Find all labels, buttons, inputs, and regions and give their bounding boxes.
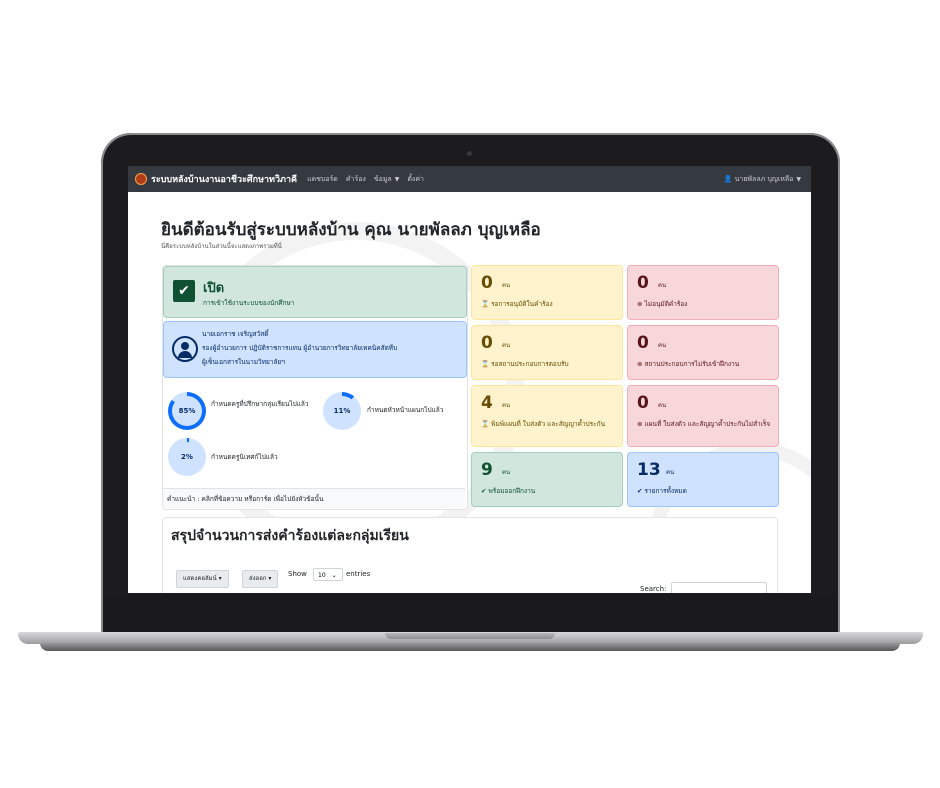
nav-item-requests[interactable]: คำร้อง [346, 174, 366, 185]
progress-ring-supervisors[interactable]: 2% [168, 438, 206, 476]
user-menu[interactable]: 👤 นายพัลลภ บุญเหลือ ▼ [724, 174, 801, 185]
stat-label: ✔ พร้อมออกฝึกงาน [481, 487, 536, 495]
stat-value: 4 [481, 393, 493, 413]
progress-ring-department-heads[interactable]: 11% [323, 392, 361, 430]
stat-unit: คน [666, 469, 675, 476]
stat-card-pending-company[interactable]: 0 คน ⌛ รอสถานประกอบการตอบรับ [471, 325, 623, 380]
stat-label: ⊗ แผนที่ ใบส่งตัว และสัญญาค้ำประกันไม่สำ… [637, 420, 771, 428]
college-logo-icon[interactable] [135, 173, 147, 185]
stat-label: ⌛ พิมพ์แผนที่ ใบส่งตัว และสัญญาค้ำประกัน [481, 420, 606, 428]
button-label: ส่งออก [249, 575, 267, 582]
stat-label: ⌛ รอสถานประกอบการตอบรับ [481, 360, 569, 368]
stat-value: 13 [637, 460, 661, 480]
progress-ring-advisors[interactable]: 85% [168, 392, 206, 430]
screen: ระบบหลังบ้านงานอาชีวะศึกษาทวิภาคี แดชบอร… [128, 166, 811, 593]
laptop-notch [385, 633, 555, 639]
export-button[interactable]: ส่งออก ▾ [242, 570, 279, 588]
navbar: ระบบหลังบ้านงานอาชีวะศึกษาทวิภาคี แดชบอร… [128, 166, 811, 192]
button-label: แสดงคอลัมน์ [183, 575, 217, 582]
page-size-value: 10 [318, 572, 326, 579]
chevron-down-icon: ▾ [218, 575, 222, 582]
page-title: ยินดีต้อนรับสู่ระบบหลังบ้าน คุณ นายพัลลภ… [161, 220, 541, 240]
chevron-down-icon: ▾ [268, 575, 272, 582]
stat-card-all-items[interactable]: 13 คน ✔ รายการทั้งหมด [627, 452, 779, 507]
signer-card[interactable]: นายเอกราช เจริญสวัสดิ์ รองผู้อำนวยการ ปฏ… [163, 321, 467, 378]
stat-value: 0 [637, 273, 649, 293]
stat-card-company-declined[interactable]: 0 คน ⊗ สถานประกอบการไม่รับเข้าฝึกงาน [627, 325, 779, 380]
stat-unit: คน [658, 402, 667, 409]
signer-name: นายเอกราช เจริญสวัสดิ์ [202, 330, 269, 338]
status-subtitle: การเข้าใช้งานระบบของนักศึกษา [203, 299, 295, 307]
overview-panel: ✔ เปิด การเข้าใช้งานระบบของนักศึกษา นายเ… [162, 265, 468, 510]
nav-item-dashboard[interactable]: แดชบอร์ด [307, 174, 338, 185]
show-label: Show [288, 570, 307, 578]
nav-item-settings[interactable]: ตั้งค่า [407, 174, 424, 185]
status-title: เปิด [203, 281, 225, 296]
stat-value: 9 [481, 460, 493, 480]
progress-label-department-heads[interactable]: กำหนดหัวหน้าแผนกไปแล้ว [367, 405, 463, 416]
nav-item-data-label: ข้อมูล [373, 174, 392, 183]
camera-dot [467, 151, 472, 156]
summary-card: สรุปจำนวนการส่งคำร้องแต่ละกลุ่มเรียน แสด… [162, 517, 778, 593]
stat-card-ready-internship[interactable]: 9 คน ✔ พร้อมออกฝึกงาน [471, 452, 623, 507]
progress-value: 11% [327, 396, 357, 426]
stat-value: 0 [637, 393, 649, 413]
nav-item-data[interactable]: ข้อมูล ▼ [374, 174, 400, 185]
user-circle-icon [172, 336, 198, 362]
main-content: ยินดีต้อนรับสู่ระบบหลังบ้าน คุณ นายพัลลภ… [128, 192, 811, 593]
stat-card-documents-failed[interactable]: 0 คน ⊗ แผนที่ ใบส่งตัว และสัญญาค้ำประกัน… [627, 385, 779, 447]
stat-unit: คน [502, 402, 511, 409]
stat-card-pending-approval[interactable]: 0 คน ⌛ รอการอนุมัติในคำร้อง [471, 265, 623, 320]
brand-title[interactable]: ระบบหลังบ้านงานอาชีวะศึกษาทวิภาคี [151, 172, 297, 186]
page-subtitle: นี่คือระบบหลังบ้านในส่วนนี้จะแสดงภาพรวมท… [161, 243, 282, 250]
stat-unit: คน [502, 469, 511, 476]
chevron-down-icon: ▼ [796, 175, 801, 183]
stat-card-rejected[interactable]: 0 คน ⊗ ไม่อนุมัติคำร้อง [627, 265, 779, 320]
entries-label: entries [346, 570, 371, 578]
progress-label-supervisors[interactable]: กำหนดครูนิเทศก์ไปแล้ว [211, 452, 311, 463]
stat-unit: คน [658, 342, 667, 349]
stat-label: ⊗ ไม่อนุมัติคำร้อง [637, 300, 688, 308]
laptop-chin [104, 594, 837, 634]
summary-title: สรุปจำนวนการส่งคำร้องแต่ละกลุ่มเรียน [171, 528, 409, 544]
search-label: Search: [640, 585, 667, 593]
hint-text: คำแนะนำ : คลิกที่ข้อความ หรือการ์ด เพื่อ… [163, 488, 465, 508]
user-icon: 👤 [723, 174, 735, 183]
chevron-down-icon: ▼ [394, 175, 400, 183]
check-icon: ✔ [173, 280, 195, 302]
user-name: นายพัลลภ บุญเหลือ [734, 174, 794, 183]
laptop-base-shadow [40, 643, 900, 651]
stat-label: ⌛ รอการอนุมัติในคำร้อง [481, 300, 553, 308]
chevron-down-icon: ⌄ [331, 572, 337, 579]
column-visibility-button[interactable]: แสดงคอลัมน์ ▾ [176, 570, 229, 588]
progress-label-advisors[interactable]: กำหนดครูที่ปรึกษากลุ่มเรียนไปแล้ว [211, 399, 311, 410]
signer-role: ผู้เซ็นเอกสารในนามวิทยาลัยฯ [202, 358, 285, 366]
page-size-select[interactable]: 10 ⌄ [313, 568, 343, 581]
signer-position: รองผู้อำนวยการ ปฏิบัติราชการแทน ผู้อำนวย… [202, 344, 398, 352]
stat-value: 0 [637, 333, 649, 353]
stat-value: 0 [481, 273, 493, 293]
stat-unit: คน [502, 282, 511, 289]
stat-unit: คน [658, 282, 667, 289]
stat-unit: คน [502, 342, 511, 349]
system-status-card[interactable]: ✔ เปิด การเข้าใช้งานระบบของนักศึกษา [163, 266, 467, 318]
progress-value: 2% [172, 442, 202, 472]
stat-label: ⊗ สถานประกอบการไม่รับเข้าฝึกงาน [637, 360, 740, 368]
stat-card-print-documents[interactable]: 4 คน ⌛ พิมพ์แผนที่ ใบส่งตัว และสัญญาค้ำป… [471, 385, 623, 447]
progress-value: 85% [172, 396, 202, 426]
search-input[interactable] [671, 582, 767, 593]
stat-value: 0 [481, 333, 493, 353]
stat-label: ✔ รายการทั้งหมด [637, 487, 687, 495]
